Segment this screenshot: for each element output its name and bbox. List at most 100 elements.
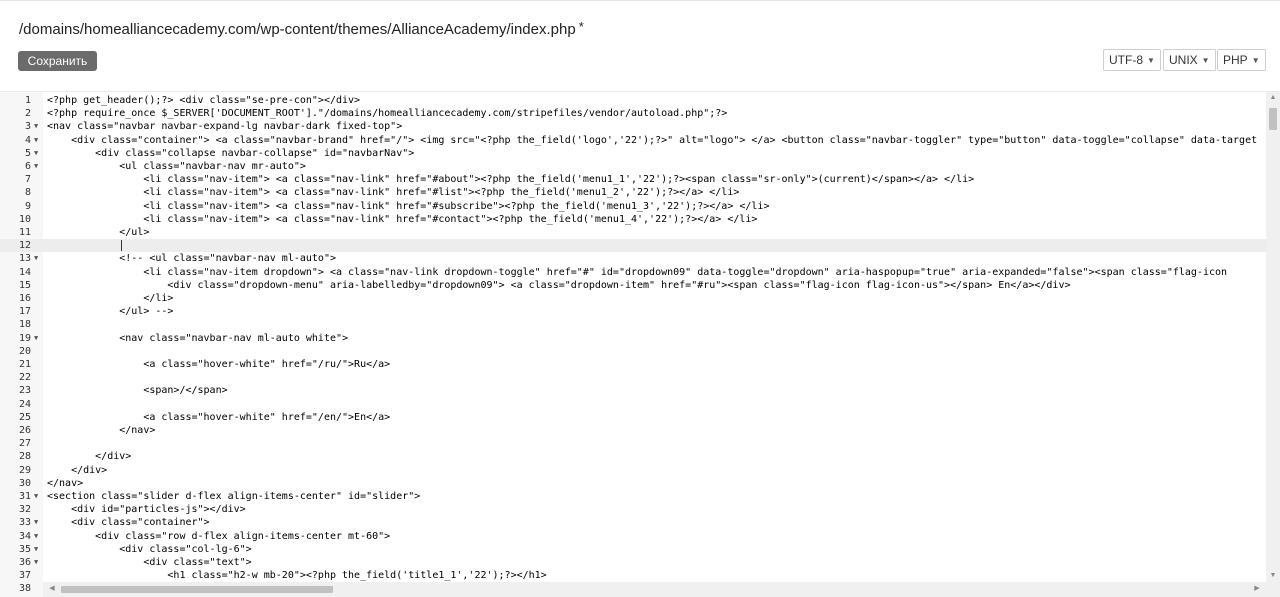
code-line[interactable]: 13 ▼ <!-- <ul class="navbar-nav ml-auto"> xyxy=(0,252,1266,265)
code-line[interactable]: 5 ▼ <div class="collapse navbar-collapse"… xyxy=(0,147,1266,160)
code-editor[interactable]: 1 <?php get_header();?> <div class="se-pr… xyxy=(0,91,1280,597)
text-cursor xyxy=(121,240,122,252)
code-line[interactable]: 14 <li class="nav-item dropdown"> <a cla… xyxy=(0,266,1266,279)
fold-toggle-icon[interactable]: ▼ xyxy=(34,543,38,556)
fold-toggle-icon[interactable]: ▼ xyxy=(34,160,38,173)
fold-toggle-icon[interactable]: ▼ xyxy=(34,120,38,133)
code-line[interactable]: 7 <li class="nav-item"> <a class="nav-li… xyxy=(0,173,1266,186)
fold-toggle-icon[interactable]: ▼ xyxy=(34,530,38,543)
horizontal-scrollbar[interactable]: ◀ ▶ xyxy=(43,582,1266,597)
code-line[interactable]: 20 xyxy=(0,345,1266,358)
code-text: <li class="nav-item"> <a class="nav-link… xyxy=(47,187,740,199)
line-number: 15 xyxy=(18,279,31,291)
code-line[interactable]: 3 ▼ <nav class="navbar navbar-expand-lg na… xyxy=(0,120,1266,133)
fold-toggle-icon[interactable]: ▼ xyxy=(34,252,38,265)
code-line[interactable]: 15 <div class="dropdown-menu" aria-label… xyxy=(0,279,1266,292)
code-line[interactable]: 17 </ul> --> xyxy=(0,305,1266,318)
code-line[interactable]: 29 </div> xyxy=(0,464,1266,477)
save-button[interactable]: Сохранить xyxy=(18,51,97,71)
fold-toggle-icon[interactable]: ▼ xyxy=(34,134,38,147)
line-number: 23 xyxy=(18,385,31,397)
fold-toggle-icon[interactable]: ▼ xyxy=(34,490,38,503)
code-text: <a class="hover-white" href="/ru/">Ru</a… xyxy=(47,359,391,370)
code-line[interactable]: 11 </ul> xyxy=(0,226,1266,239)
code-line[interactable]: 31 ▼ <section class="slider d-flex align-i… xyxy=(0,490,1266,503)
code-line[interactable]: 35 ▼ <div class="col-lg-6"> xyxy=(0,543,1266,556)
code-line[interactable]: 10 <li class="nav-item"> <a class="nav-l… xyxy=(0,213,1266,226)
code-text: <h1 class="h2-w mb-20"><?php the_field('… xyxy=(47,570,547,582)
code-text: <li class="nav-item"> <a class="nav-link… xyxy=(47,213,758,225)
code-line[interactable]: 37 <h1 class="h2-w mb-20"><?php the_fiel… xyxy=(0,569,1266,582)
code-line[interactable]: 12 xyxy=(0,239,1266,253)
line-number: 12 xyxy=(18,240,31,252)
code-text: <li class="nav-item"> <a class="nav-link… xyxy=(47,200,770,212)
code-line[interactable]: 36 ▼ <div class="text"> xyxy=(0,556,1266,569)
code-text: <div class="container"> xyxy=(47,517,210,529)
code-line[interactable]: 19 ▼ <nav class="navbar-nav ml-auto white… xyxy=(0,332,1266,345)
fold-toggle-icon[interactable]: ▼ xyxy=(34,332,38,345)
code-line[interactable]: 32 <div id="particles-js"></div> xyxy=(0,503,1266,516)
encoding-dropdown[interactable]: UTF-8 ▼ xyxy=(1103,49,1161,71)
code-text: <div class="text"> xyxy=(47,557,252,568)
code-text: <?php get_header();?> <div class="se-pre… xyxy=(47,95,361,106)
code-line[interactable]: 16 </li> xyxy=(0,292,1266,305)
line-number: 18 xyxy=(18,319,31,331)
code-line[interactable]: 24 xyxy=(0,398,1266,411)
code-line[interactable]: 4 ▼ <div class="container"> <a class="nav… xyxy=(0,134,1266,147)
line-number: 27 xyxy=(18,438,31,450)
line-number: 3 xyxy=(24,121,31,133)
code-text: <div class="collapse navbar-collapse" id… xyxy=(47,147,415,159)
code-line[interactable]: 25 <a class="hover-white" href="/en/">En… xyxy=(0,411,1266,424)
horizontal-scroll-thumb[interactable] xyxy=(61,586,333,593)
language-dropdown[interactable]: PHP ▼ xyxy=(1217,49,1266,71)
line-number: 10 xyxy=(18,213,31,225)
scroll-down-arrow-icon[interactable]: ▼ xyxy=(1266,572,1280,580)
line-number: 5 xyxy=(24,147,31,159)
code-line[interactable]: 1 <?php get_header();?> <div class="se-pr… xyxy=(0,94,1266,107)
vertical-scrollbar[interactable]: ▲ ▼ xyxy=(1266,92,1280,582)
code-line[interactable]: 18 xyxy=(0,318,1266,331)
code-line[interactable]: 8 <li class="nav-item"> <a class="nav-li… xyxy=(0,186,1266,199)
code-line[interactable]: 6 ▼ <ul class="navbar-nav mr-auto"> xyxy=(0,160,1266,173)
line-number: 2 xyxy=(24,108,31,120)
line-number: 9 xyxy=(24,200,31,212)
code-line[interactable]: 22 xyxy=(0,371,1266,384)
line-number: 26 xyxy=(18,425,31,436)
code-text: <li class="nav-item"> <a class="nav-link… xyxy=(47,174,975,186)
fold-toggle-icon[interactable]: ▼ xyxy=(34,556,38,569)
scroll-right-arrow-icon[interactable]: ▶ xyxy=(1250,585,1264,593)
file-path-title: /domains/homealliancecademy.com/wp-conte… xyxy=(19,19,584,38)
code-line[interactable]: 34 ▼ <div class="row d-flex align-items-c… xyxy=(0,530,1266,543)
line-number: 7 xyxy=(24,174,31,186)
code-line[interactable]: 28 </div> xyxy=(0,450,1266,463)
code-line[interactable]: 2 <?php require_once $_SERVER['DOCUMENT_R… xyxy=(0,107,1266,120)
fold-toggle-icon[interactable]: ▼ xyxy=(34,516,38,529)
code-text: <a class="hover-white" href="/en/">En</a… xyxy=(47,411,391,423)
code-text: <!-- <ul class="navbar-nav ml-auto"> xyxy=(47,253,336,265)
code-line[interactable]: 33 ▼ <div class="container"> xyxy=(0,516,1266,529)
code-text: <li class="nav-item dropdown"> <a class=… xyxy=(47,266,1228,278)
line-endings-dropdown[interactable]: UNIX ▼ xyxy=(1163,49,1216,71)
line-endings-label: UNIX xyxy=(1169,53,1198,67)
code-text: <div id="particles-js"></div> xyxy=(47,504,246,516)
scroll-left-arrow-icon[interactable]: ◀ xyxy=(45,585,59,593)
line-number: 21 xyxy=(18,359,31,370)
code-line[interactable]: 9 <li class="nav-item"> <a class="nav-li… xyxy=(0,200,1266,213)
code-text: </div> xyxy=(47,451,132,463)
code-line[interactable]: 27 xyxy=(0,437,1266,450)
code-line[interactable]: 26 </nav> xyxy=(0,424,1266,437)
code-text: </nav> xyxy=(47,425,156,436)
line-number: 34 xyxy=(18,530,31,542)
line-number: 28 xyxy=(18,451,31,463)
fold-toggle-icon[interactable]: ▼ xyxy=(34,147,38,160)
vertical-scroll-thumb[interactable] xyxy=(1269,108,1277,130)
code-line[interactable]: 30 </nav> xyxy=(0,477,1266,490)
line-number: 8 xyxy=(24,187,31,199)
line-number: 24 xyxy=(18,398,31,410)
scroll-up-arrow-icon[interactable]: ▲ xyxy=(1266,94,1280,102)
code-line[interactable]: 21 <a class="hover-white" href="/ru/">Ru… xyxy=(0,358,1266,371)
chevron-down-icon: ▼ xyxy=(1251,56,1260,65)
code-text: </div> xyxy=(47,464,108,476)
line-number: 6 xyxy=(24,161,31,172)
code-line[interactable]: 23 <span>/</span> xyxy=(0,384,1266,397)
